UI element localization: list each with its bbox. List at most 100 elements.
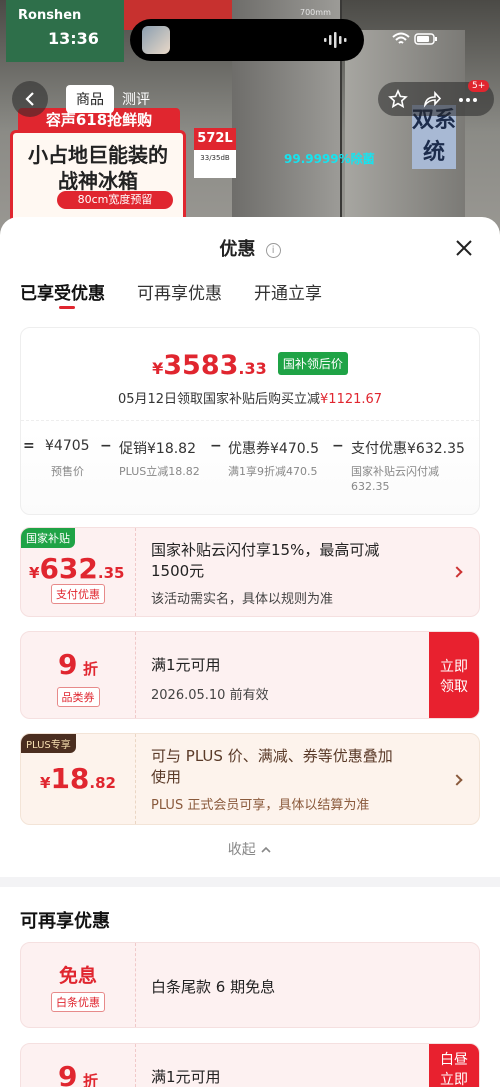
claim-label-1: 白昼 xyxy=(440,1052,468,1068)
dashed-separator xyxy=(135,734,136,824)
offer-title-line-1: 可与 PLUS 价、满减、券等优惠叠加 xyxy=(151,747,393,765)
offer-title: 白条尾款 6 期免息 xyxy=(151,978,276,996)
status-icons xyxy=(392,32,438,50)
offer-amount-col: ¥632.35 支付优惠 xyxy=(21,528,135,616)
audio-wave-icon xyxy=(324,32,347,48)
offer-amount: 免息 xyxy=(58,965,97,987)
price-note-text: 05月12日领取国家补贴后购买立减 xyxy=(117,392,321,407)
dashed-separator xyxy=(135,528,136,616)
offer-amount: 9 折 xyxy=(21,1060,135,1087)
offer-card-coupon: 9 折 品类券 满1元可用 2026.05.10 前有效 立即领取 xyxy=(20,631,480,719)
chevron-right-icon[interactable] xyxy=(451,566,463,578)
offer-amount-col: 9 折 xyxy=(21,1044,135,1087)
dashed-separator xyxy=(135,1044,136,1087)
offer-card-subsidy[interactable]: 国家补贴 ¥632.35 支付优惠 国家补贴云闪付享15%，最高可减 1500元 … xyxy=(20,527,480,617)
sheet-title: 优惠 xyxy=(219,239,256,260)
tab-product[interactable]: 商品 xyxy=(66,85,114,113)
claim-label-2: 领取 xyxy=(440,679,468,695)
presale-price: ¥4705 xyxy=(45,438,90,454)
offer-card-coupon-2: 9 折 满1元可用 白昼立即 xyxy=(20,1043,480,1087)
promo-line-1: 小占地巨能装的 xyxy=(28,143,168,167)
equals-sign: = xyxy=(23,438,35,454)
wifi-icon xyxy=(392,32,410,44)
offer-amount-col: 免息 白条优惠 xyxy=(21,943,135,1027)
offer-chip: 品类券 xyxy=(56,687,100,707)
minus-sign: − xyxy=(210,438,222,454)
chevron-up-icon xyxy=(261,846,271,853)
offer-title: 满1元可用 xyxy=(151,1068,221,1086)
brand-name: Ronshen xyxy=(18,8,82,23)
offer-amount: 9 折 xyxy=(21,648,135,681)
amount-integer: 18 xyxy=(50,762,90,795)
chevron-left-icon xyxy=(25,92,34,106)
price-decimal: .33 xyxy=(238,359,267,378)
amount-decimal: .35 xyxy=(97,564,125,582)
offer-amount-col: ¥18.82 xyxy=(21,734,135,824)
offer-title-line-2: 使用 xyxy=(151,768,182,786)
tab-review[interactable]: 测评 xyxy=(114,85,158,113)
coupon-discount: 优惠券¥470.5 xyxy=(228,441,319,457)
divider xyxy=(21,420,479,421)
cart-badge: 5+ xyxy=(468,80,490,92)
chevron-right-icon[interactable] xyxy=(451,774,463,786)
sheet-title-row: 优惠 i xyxy=(0,235,500,261)
amount-unit: 折 xyxy=(83,1072,99,1087)
dashed-separator xyxy=(135,632,136,718)
amount-currency: ¥ xyxy=(40,774,51,792)
minus-sign: − xyxy=(100,438,112,454)
offer-chip: 白条优惠 xyxy=(51,992,105,1012)
promo-tag: 80cm宽度预留 xyxy=(57,191,173,209)
media-artwork xyxy=(142,26,170,54)
offer-card-interest-free[interactable]: 免息 白条优惠 白条尾款 6 期免息 xyxy=(20,942,480,1028)
promo-discount: 促销¥18.82 xyxy=(119,441,196,457)
dynamic-island[interactable] xyxy=(130,19,364,61)
tab-enjoyed[interactable]: 已享受优惠 xyxy=(20,279,105,309)
final-price: ¥3583.33 xyxy=(152,350,267,381)
offer-title: 满1元可用 xyxy=(151,656,221,674)
amount-integer: 632 xyxy=(39,552,98,585)
presale-label: 预售价 xyxy=(51,465,84,478)
price-currency: ¥ xyxy=(152,359,164,378)
claim-button[interactable]: 立即 领取 xyxy=(429,632,479,718)
offer-tabs: 已享受优惠 可再享优惠 开通立享 xyxy=(20,279,322,309)
product-tabs: 商品 测评 xyxy=(66,85,158,113)
offers-sheet: 优惠 i 已享受优惠 可再享优惠 开通立享 ¥3583.33 国补领后价 05月… xyxy=(0,217,500,1087)
minus-sign: − xyxy=(332,438,344,454)
collapse-button[interactable]: 收起 xyxy=(0,839,500,859)
info-icon[interactable]: i xyxy=(265,243,281,258)
battery-icon xyxy=(414,33,438,45)
tab-open[interactable]: 开通立享 xyxy=(254,279,322,304)
payment-label-line-1: 国家补贴云闪付减 xyxy=(351,465,439,478)
coupon-label: 满1享9折减470.5 xyxy=(228,465,318,478)
offer-chip: 支付优惠 xyxy=(51,584,105,604)
offer-amount: ¥632.35 xyxy=(29,552,124,585)
tab-more[interactable]: 可再享优惠 xyxy=(137,279,222,304)
amount-decimal: .82 xyxy=(89,774,116,792)
amount-integer: 9 xyxy=(57,1060,78,1087)
offer-card-plus[interactable]: PLUS专享 ¥18.82 可与 PLUS 价、满减、券等优惠叠加 使用 PLUS… xyxy=(20,733,480,825)
section-more-title: 可再享优惠 xyxy=(20,911,110,932)
offer-details: 满1元可用 2026.05.10 前有效 xyxy=(151,654,269,703)
claim-label-2: 立即 xyxy=(440,1072,468,1087)
share-icon[interactable] xyxy=(422,89,442,109)
claim-label-1: 立即 xyxy=(440,659,468,675)
capacity-badge: 572L xyxy=(194,128,236,150)
subsidy-price-tag: 国补领后价 xyxy=(277,352,348,375)
claim-button[interactable]: 白昼 立即 xyxy=(429,1044,479,1087)
offer-details: 国家补贴云闪付享15%，最高可减 1500元 该活动需实名，具体以规则为准 xyxy=(151,540,441,607)
price-note-amount: ¥1121.67 xyxy=(320,392,383,407)
noise-badge: 33/35dB xyxy=(194,150,236,178)
star-icon[interactable] xyxy=(388,89,408,109)
more-icon[interactable] xyxy=(458,97,478,103)
price-summary-card: ¥3583.33 国补领后价 05月12日领取国家补贴后购买立减¥1121.67… xyxy=(20,327,480,515)
final-price-row: ¥3583.33 国补领后价 xyxy=(21,350,479,381)
dimension-label: 700mm xyxy=(300,8,331,17)
offer-desc: 该活动需实名，具体以规则为准 xyxy=(151,592,334,607)
back-button[interactable] xyxy=(12,81,48,117)
payment-label: 国家补贴云闪付减 632.35 xyxy=(351,464,439,494)
status-time: 13:36 xyxy=(48,29,99,48)
offer-amount-col: 9 折 品类券 xyxy=(21,632,135,718)
price-breakdown: = ¥4705 预售价 − 促销¥18.82 PLUS立减18.82 − 优惠券… xyxy=(21,438,481,508)
amount-integer: 9 xyxy=(57,648,78,681)
close-icon[interactable] xyxy=(452,236,476,260)
